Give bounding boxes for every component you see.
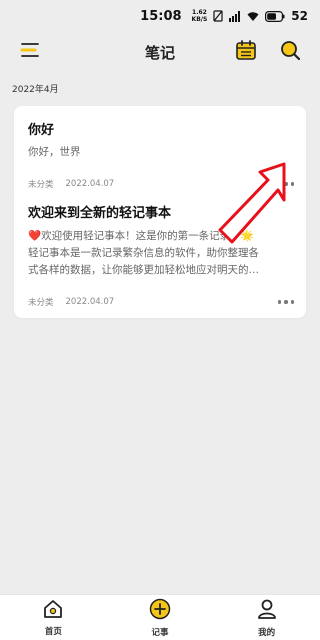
calendar-icon xyxy=(235,39,257,65)
annotation-arrow-icon xyxy=(218,162,286,244)
home-icon xyxy=(42,599,64,623)
calendar-button[interactable] xyxy=(234,40,258,64)
signal-icon xyxy=(229,10,241,22)
status-bar: 15:08 1.62 KB/S 52 xyxy=(0,0,320,32)
nav-item-home[interactable]: 首页 xyxy=(0,595,107,640)
battery-icon xyxy=(265,10,285,22)
nav-label-profile: 我的 xyxy=(258,627,276,638)
status-time: 15:08 xyxy=(140,8,182,24)
profile-icon xyxy=(256,598,278,624)
note-date: 2022.04.07 xyxy=(65,297,115,307)
more-dots-icon xyxy=(277,300,281,304)
note-preview: 你好，世界 xyxy=(28,144,292,161)
network-speed-value: 1.62 xyxy=(192,9,207,16)
note-title: 你好 xyxy=(28,123,55,138)
note-footer: 未分类 2022.04.07 xyxy=(28,296,294,308)
nav-label-notes: 记事 xyxy=(151,627,169,638)
more-options-button[interactable] xyxy=(277,298,294,306)
nav-item-notes[interactable]: 记事 xyxy=(107,595,214,640)
no-sim-icon xyxy=(213,10,223,22)
wifi-icon xyxy=(247,11,259,22)
menu-button[interactable] xyxy=(18,40,42,64)
nav-label-home: 首页 xyxy=(44,626,62,637)
search-button[interactable] xyxy=(278,40,302,64)
battery-level: 52 xyxy=(291,9,308,23)
network-speed-unit: KB/S xyxy=(191,16,208,23)
menu-icon xyxy=(19,41,41,63)
nav-item-profile[interactable]: 我的 xyxy=(213,595,320,640)
note-preview-line: 式各样的数据，让你能够更加轻松地应对明天的… xyxy=(28,264,259,276)
note-preview-line: 你好，世界 xyxy=(28,146,81,158)
network-speed: 1.62 KB/S xyxy=(192,9,208,23)
app-header: 笔记 xyxy=(0,32,320,72)
month-section-label: 2022年4月 xyxy=(12,85,59,95)
search-icon xyxy=(279,39,301,65)
add-icon xyxy=(149,598,171,624)
note-title: 欢迎来到全新的轻记事本 xyxy=(28,206,172,221)
note-category: 未分类 xyxy=(28,298,54,308)
bottom-navigation: 首页 记事 我的 xyxy=(0,594,320,640)
